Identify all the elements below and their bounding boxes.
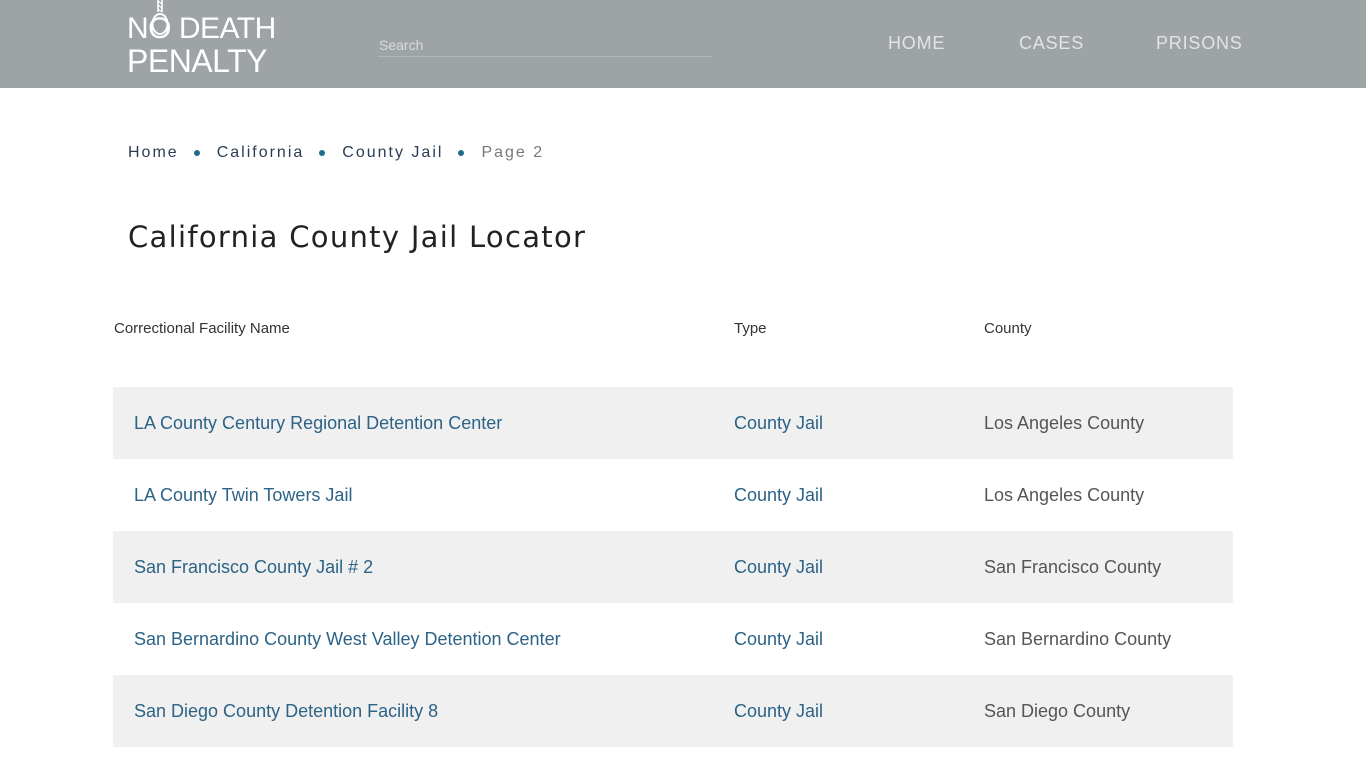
- facility-name-link[interactable]: LA County Century Regional Detention Cen…: [134, 412, 502, 434]
- breadcrumb-separator-icon: [193, 150, 200, 156]
- table-row: LA County Twin Towers Jail County Jail L…: [113, 459, 1233, 531]
- breadcrumb: Home California County Jail Page 2: [128, 143, 544, 163]
- facility-county: San Diego County: [984, 701, 1131, 721]
- breadcrumb-separator-icon: [319, 150, 326, 156]
- table-row: San Francisco County Jail # 2 County Jai…: [113, 531, 1233, 603]
- facility-name-link[interactable]: LA County Twin Towers Jail: [134, 484, 352, 506]
- breadcrumb-home[interactable]: Home: [128, 144, 179, 162]
- column-header-county: County: [984, 320, 1032, 337]
- page-title: California County Jail Locator: [128, 220, 587, 254]
- logo-line1: NO DEATH: [127, 12, 276, 45]
- facility-county: Los Angeles County: [984, 413, 1145, 433]
- table-header: Correctional Facility Name Type County: [113, 310, 1233, 387]
- site-logo[interactable]: NO DEATH PENALTY: [127, 0, 287, 79]
- table-row: San Diego County Detention Facility 8 Co…: [113, 675, 1233, 747]
- column-header-type: Type: [734, 320, 767, 337]
- logo-line2: PENALTY: [127, 43, 267, 79]
- column-header-name: Correctional Facility Name: [114, 320, 290, 337]
- facility-county: San Francisco County: [984, 557, 1162, 577]
- facility-name-link[interactable]: San Francisco County Jail # 2: [134, 556, 373, 578]
- facility-type-link[interactable]: County Jail: [734, 700, 823, 722]
- facility-county: Los Angeles County: [984, 485, 1145, 505]
- table-row: San Bernardino County West Valley Detent…: [113, 603, 1233, 675]
- facility-county: San Bernardino County: [984, 629, 1172, 649]
- breadcrumb-separator-icon: [458, 150, 465, 156]
- breadcrumb-county-jail[interactable]: County Jail: [342, 144, 443, 162]
- breadcrumb-california[interactable]: California: [217, 144, 305, 162]
- nav-home[interactable]: HOME: [888, 33, 945, 57]
- search-input[interactable]: [378, 34, 712, 56]
- nav-prisons[interactable]: PRISONS: [1156, 33, 1243, 57]
- facility-type-link[interactable]: County Jail: [734, 484, 823, 506]
- nav-cases[interactable]: CASES: [1019, 33, 1084, 57]
- facility-name-link[interactable]: San Diego County Detention Facility 8: [134, 700, 438, 722]
- breadcrumb-current-page: Page 2: [481, 144, 545, 161]
- site-header: NO DEATH PENALTY HOME CASES PRISONS: [0, 0, 1366, 88]
- table-row: LA County Century Regional Detention Cen…: [113, 387, 1233, 459]
- search-box: [378, 34, 712, 57]
- facility-type-link[interactable]: County Jail: [734, 412, 823, 434]
- facility-table: Correctional Facility Name Type County L…: [113, 310, 1233, 747]
- facility-type-link[interactable]: County Jail: [734, 556, 823, 578]
- facility-name-link[interactable]: San Bernardino County West Valley Detent…: [134, 628, 561, 650]
- facility-type-link[interactable]: County Jail: [734, 628, 823, 650]
